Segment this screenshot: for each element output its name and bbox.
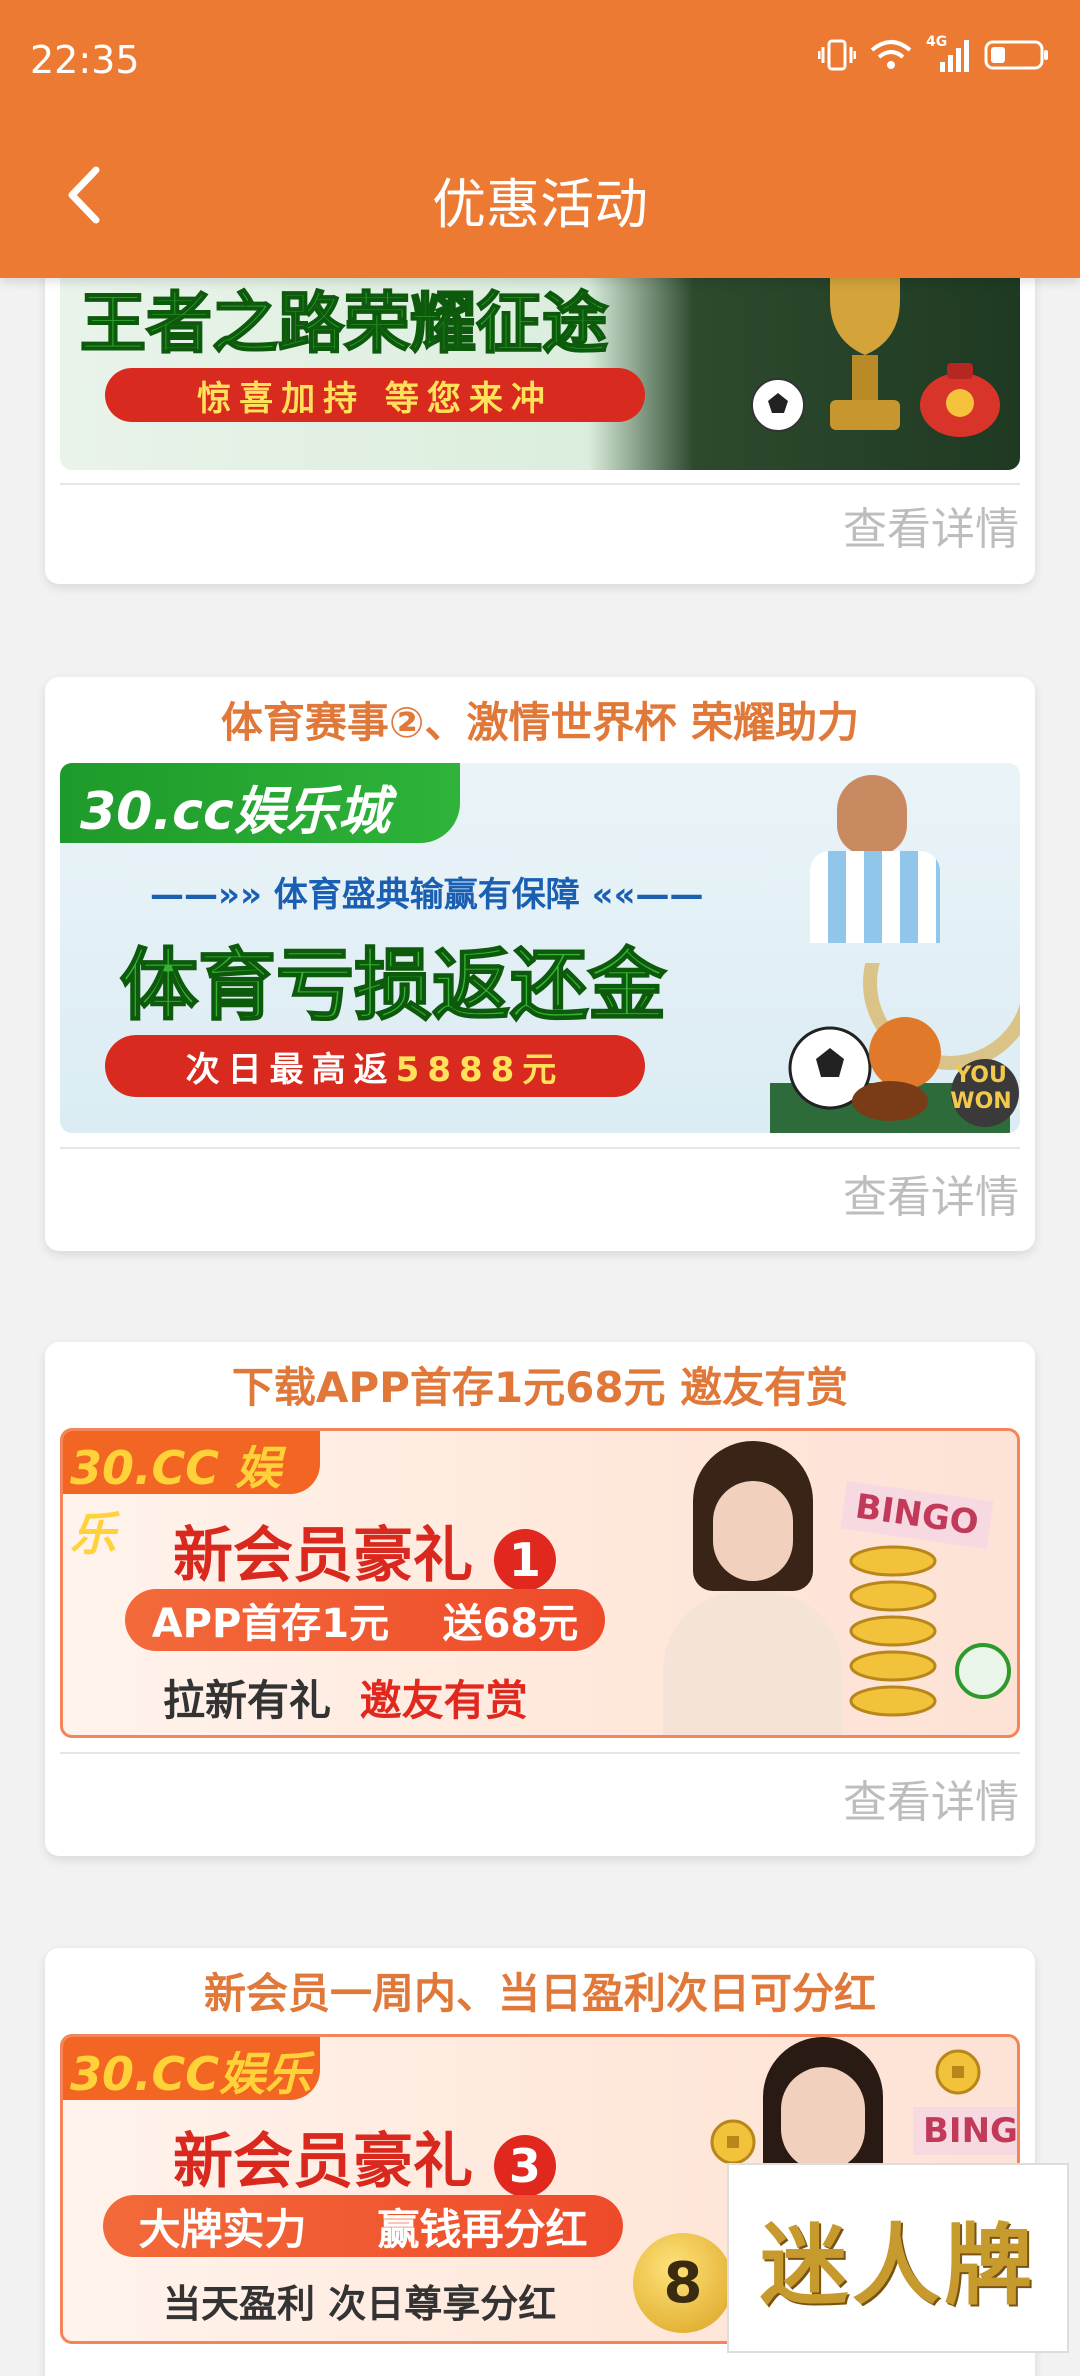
banner-subline: 次日最高返 5888元 [105,1035,645,1097]
banner-headline: 新会员豪礼 1 [173,1507,556,1594]
app-header: 22:35 4G 优惠活动 [0,0,1080,278]
lottery-ball-icon [955,1643,1011,1699]
promo-title: 体育赛事②、激情世界杯 荣耀助力 [220,698,860,747]
watermark-text: 迷人牌 [759,2213,1036,2317]
banner-line: 拉新有礼 邀友有赏 [163,1667,528,1728]
brand-ribbon: 30.cc娱乐城 [60,763,460,843]
gold-coin-icon [710,2119,756,2165]
promo-title: 新会员一周内、当日盈利次日可分红 [203,1969,876,2018]
banner-headline: 王者之路荣耀征途 [79,284,609,363]
banner-line: 当天盈利 次日尊享分红 [163,2282,557,2326]
banner-sub-prefix: 次日最高返 [185,1049,396,1090]
card-divider [60,1752,1020,1754]
promotions-list[interactable]: 王者之路荣耀征途 惊喜加持 等您来冲 查看详情 体育赛事②、激情世界杯 荣耀助力 [0,0,1080,2376]
gold-coins-icon [849,1545,937,1717]
banner-offer-pill: APP首存1元 送68元 [125,1589,605,1651]
brand-logo: 30.CC娱乐 [70,2047,312,2101]
coin-bag-icon [920,363,1000,437]
promo-banner-image[interactable]: 王者之路荣耀征途 惊喜加持 等您来冲 [60,260,1020,470]
battery-icon [984,40,1048,70]
promo-card[interactable]: 下载APP首存1元68元 邀友有赏 30.CC 娱乐 新会员豪礼 1 APP首存… [45,1342,1035,1856]
headline-text: 新会员豪礼 [173,2127,473,2197]
status-bar: 22:35 4G [0,0,1080,120]
model-figure [653,1441,853,1735]
line-b: 邀友有赏 [359,1676,528,1725]
promo-banner-image[interactable]: 30.cc娱乐城 ——»» 体育盛典输赢有保障 ««—— 体育亏损返还金 次日最… [60,763,1020,1133]
football-icon [751,378,805,432]
banner-headline: 新会员豪礼 3 [173,2113,556,2200]
view-details-link[interactable]: 查看详情 [843,1161,1019,1225]
you-won-badge: YOU WON [950,1063,1012,1114]
banner-headline: 体育亏损返还金 [119,940,667,1032]
cell-signal: 4G [926,34,970,72]
signal-icon [940,40,969,72]
player-figure [805,763,945,943]
headline-number: 1 [493,1529,556,1591]
offer-left: APP首存1元 [151,1601,390,1647]
promo-card[interactable]: 体育赛事②、激情世界杯 荣耀助力 30.cc娱乐城 ——»» 体育盛典输赢有保障… [45,677,1035,1251]
bingo-card-text: BINGO [913,2107,1017,2155]
lottery-ball: 8 [633,2233,733,2333]
gold-coin-icon [935,2049,981,2095]
banner-sub-amount: 5888元 [395,1049,565,1090]
card-divider [60,483,1020,485]
status-icons: 4G [818,34,1050,72]
promo-title: 下载APP首存1元68元 邀友有赏 [231,1363,849,1412]
wifi-icon [870,40,912,69]
brand-ribbon: 30.CC娱乐 [63,2037,320,2101]
banner-tagline: ——»» 体育盛典输赢有保障 ««—— [150,875,704,915]
brand-logo: 30.cc娱乐城 [80,782,390,842]
lottery-ball-number: 8 [663,2250,703,2316]
offer-left: 大牌实力 [138,2204,307,2254]
view-details-link[interactable]: 查看详情 [843,493,1019,557]
promo-banner-image[interactable]: 30.CC 娱乐 新会员豪礼 1 APP首存1元 送68元 拉新有礼 邀友有赏 … [60,1428,1020,1738]
status-time: 22:35 [30,38,140,82]
headline-number: 3 [493,2135,556,2197]
bingo-card-text: BINGO [840,1480,994,1550]
banner-offer-pill: 大牌实力 赢钱再分红 [103,2195,623,2257]
page-title: 优惠活动 [432,173,648,236]
watermark-logo: 迷人牌 [727,2163,1069,2353]
card-divider [60,1147,1020,1149]
vibrate-icon [818,39,856,71]
headline-text: 新会员豪礼 [173,1521,473,1591]
offer-right: 赢钱再分红 [377,2204,588,2254]
banner-subline: 惊喜加持 等您来冲 [105,368,645,422]
brand-ribbon: 30.CC 娱乐 [63,1431,320,1561]
line-a: 拉新有礼 [163,1676,332,1725]
view-details-link[interactable]: 查看详情 [843,1766,1019,1830]
offer-right: 送68元 [442,1601,579,1647]
